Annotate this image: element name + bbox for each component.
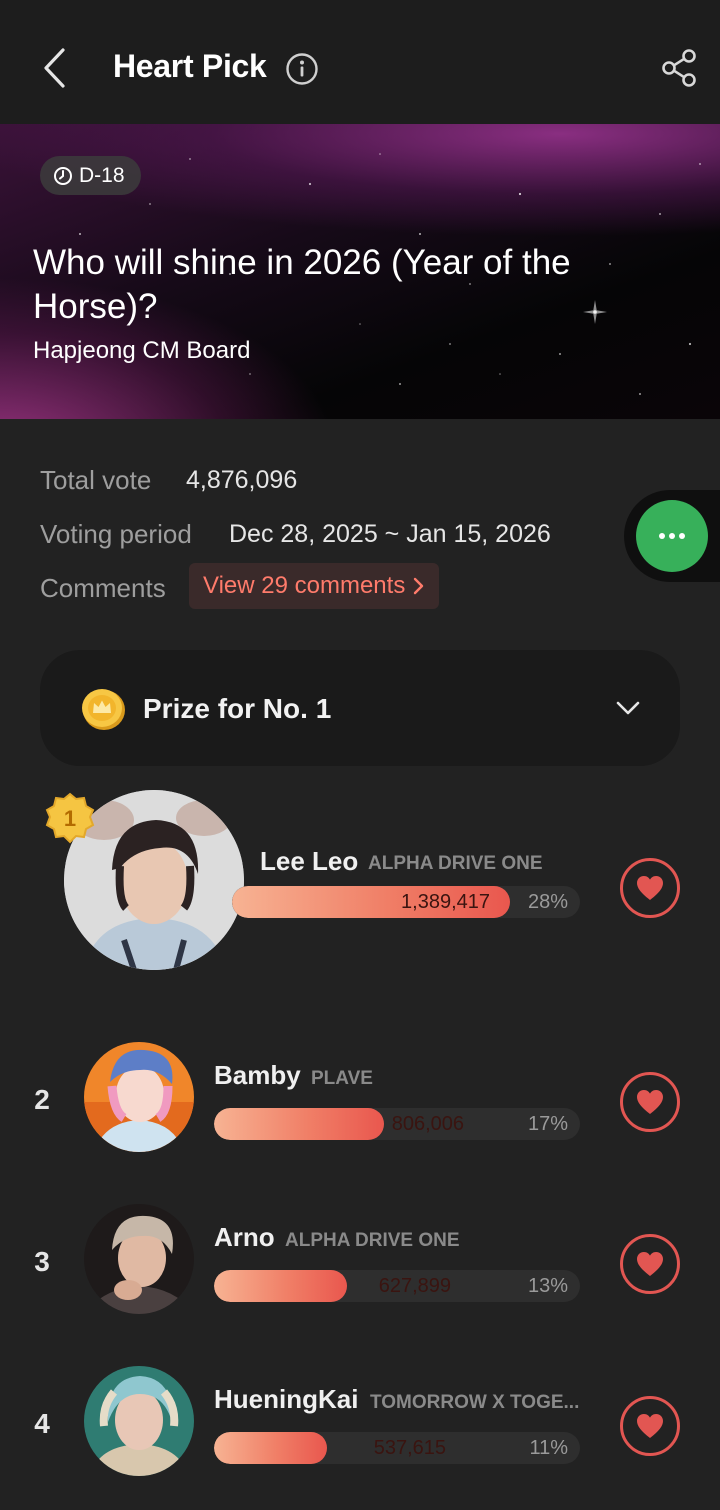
avatar-bamby	[84, 1042, 194, 1152]
svg-text:1: 1	[64, 806, 76, 831]
poll-banner: D-18 Who will shine in 2026 (Year of the…	[0, 124, 720, 419]
heart-icon	[637, 1252, 663, 1276]
vote-heart-button[interactable]	[620, 1234, 680, 1294]
vote-percent: 17%	[527, 1113, 568, 1135]
floating-menu	[624, 490, 720, 582]
poll-subtitle: Hapjeong CM Board	[33, 337, 251, 364]
ranking-row-3: 3 Arno ALPHA DRIVE ONE 627,899 13%	[0, 1202, 720, 1316]
heart-icon	[637, 1090, 663, 1114]
share-icon[interactable]	[658, 46, 702, 90]
voting-period-label: Voting period	[40, 519, 192, 549]
rank-number: 2	[34, 1084, 50, 1115]
vote-bar: 1,389,417 28%	[232, 886, 580, 918]
crown-coin-icon	[82, 689, 125, 730]
top-bar: Heart Pick	[0, 0, 720, 124]
page-title: Heart Pick	[113, 48, 267, 84]
chevron-right-icon	[414, 577, 424, 595]
rank-number: 4	[34, 1408, 50, 1439]
candidate-group: TOMORROW X TOGE...	[370, 1392, 580, 1413]
chevron-down-icon[interactable]	[614, 694, 642, 722]
total-vote-label: Total vote	[40, 465, 152, 495]
info-icon[interactable]	[285, 52, 319, 86]
ranking-row-1: 1 Lee Leo ALPHA DRIVE ONE 1,389,417 28%	[0, 790, 720, 972]
prize-accordion[interactable]: Prize for No. 1	[40, 650, 680, 766]
avatar-arno	[84, 1204, 194, 1314]
candidate-group: ALPHA DRIVE ONE	[368, 853, 543, 874]
rank-1-medal-icon: 1	[45, 792, 95, 844]
rank-number: 3	[34, 1246, 50, 1277]
avatar-hueningkai	[84, 1366, 194, 1476]
more-dots-icon	[659, 533, 665, 539]
vote-bar: 627,899 13%	[214, 1270, 580, 1302]
candidate-name: Arno	[214, 1222, 275, 1252]
candidate-group: PLAVE	[311, 1068, 373, 1089]
vote-count: 627,899	[378, 1275, 451, 1297]
candidate-name: Bamby	[214, 1060, 301, 1090]
days-left-badge: D-18	[40, 156, 141, 195]
vote-bar: 806,006 17%	[214, 1108, 580, 1140]
vote-bar: 537,615 11%	[214, 1432, 580, 1464]
vote-percent: 28%	[527, 891, 568, 913]
vote-heart-button[interactable]	[620, 1396, 680, 1456]
ranking-row-2: 2 Bamby PLAVE 806,006 17%	[0, 1040, 720, 1154]
vote-percent: 11%	[529, 1437, 568, 1459]
more-options-button[interactable]	[636, 500, 708, 572]
vote-percent: 13%	[527, 1275, 568, 1297]
vote-count: 537,615	[373, 1437, 446, 1459]
poll-title: Who will shine in 2026 (Year of the Hors…	[33, 243, 571, 326]
prize-label: Prize for No. 1	[143, 693, 332, 724]
total-vote-value: 4,876,096	[186, 466, 298, 494]
vote-count: 1,389,417	[401, 891, 490, 913]
ranking-row-4: 4 HueningKai TOMORROW X TOGE... 537,615 …	[0, 1364, 720, 1478]
vote-heart-button[interactable]	[620, 858, 680, 918]
clock-icon	[54, 166, 72, 185]
comments-label: Comments	[40, 573, 166, 603]
view-comments-text: View 29 comments	[203, 572, 406, 599]
vote-heart-button[interactable]	[620, 1072, 680, 1132]
candidate-group: ALPHA DRIVE ONE	[285, 1230, 460, 1251]
voting-period-value: Dec 28, 2025 ~ Jan 15, 2026	[229, 520, 551, 548]
candidate-name: Lee Leo	[260, 846, 359, 876]
candidate-name: HueningKai	[214, 1384, 359, 1414]
days-left-text: D-18	[79, 163, 125, 187]
heart-icon	[637, 876, 663, 900]
view-comments-button[interactable]: View 29 comments	[189, 563, 440, 609]
app-root: Heart Pick D-18 Who will shine in 2026 (…	[0, 0, 720, 1510]
heart-icon	[637, 1414, 663, 1438]
back-arrow-icon[interactable]	[32, 44, 80, 92]
vote-count: 806,006	[391, 1113, 464, 1135]
